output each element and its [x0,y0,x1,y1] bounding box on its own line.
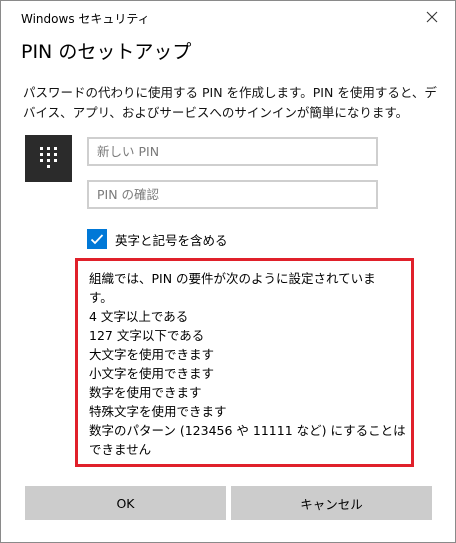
requirement-line: 4 文字以上である [89,309,189,324]
requirement-line: 数字を使用できます [89,385,202,400]
requirement-line: 特殊文字を使用できます [89,404,227,419]
requirement-line: 数字のパターン (123456 や 11111 など) にすることは [89,423,406,438]
requirement-line: できません [89,442,152,457]
dialog-description: パスワードの代わりに使用する PIN を作成します。PIN を使用すると、デバイ… [23,85,437,120]
include-letters-symbols-option[interactable]: 英字と記号を含める [87,229,228,249]
checkmark-icon [90,234,104,245]
close-button[interactable] [409,1,455,33]
title-bar: Windows セキュリティ [1,1,455,33]
new-pin-input[interactable] [87,137,378,166]
requirement-line: 大文字を使用できます [89,347,215,362]
cancel-button[interactable]: キャンセル [231,486,432,520]
keypad-icon [25,135,72,182]
close-icon [426,11,438,23]
requirement-line: 小文字を使用できます [89,366,215,381]
include-letters-symbols-label: 英字と記号を含める [115,232,228,248]
pin-setup-dialog: Windows セキュリティ PIN のセットアップ パスワードの代わりに使用す… [0,0,456,543]
requirement-line: す。 [89,290,113,305]
requirement-line: 組織では、PIN の要件が次のように設定されていま [89,271,376,286]
app-title: Windows セキュリティ [21,12,150,26]
confirm-pin-input[interactable] [87,180,378,209]
include-letters-symbols-checkbox[interactable] [87,229,107,249]
ok-button[interactable]: OK [25,486,226,520]
pin-requirements-box: 組織では、PIN の要件が次のように設定されていま す。 4 文字以上である 1… [75,258,414,467]
dialog-title: PIN のセットアップ [21,41,192,63]
requirement-line: 127 文字以下である [89,328,205,343]
